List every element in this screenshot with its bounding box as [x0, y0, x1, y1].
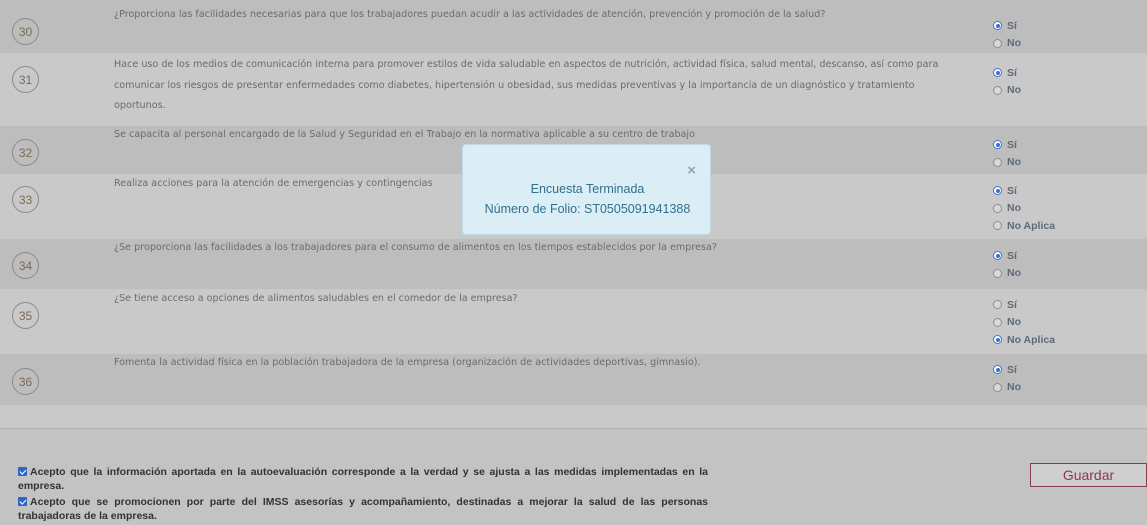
option-no-aplica[interactable]: No Aplica: [993, 331, 1055, 349]
question-number-badge: 36: [12, 368, 39, 395]
radio-button[interactable]: [993, 317, 1002, 327]
option-label: No: [1007, 316, 1021, 329]
option-label: Sí: [1007, 298, 1017, 311]
survey-complete-dialog: × Encuesta Terminada Número de Folio: ST…: [462, 144, 711, 235]
option-label: No Aplica: [1007, 219, 1056, 232]
question-number-badge: 32: [12, 139, 39, 166]
option-label: Sí: [1007, 249, 1017, 262]
option-si[interactable]: Sí: [993, 64, 1021, 82]
question-text: Fomenta la actividad física en la poblac…: [114, 357, 701, 368]
accept-promotion-label: Acepto que se promocionen por parte del …: [18, 496, 708, 522]
option-label: Sí: [1007, 138, 1017, 151]
radio-button[interactable]: [993, 268, 1002, 278]
radio-button[interactable]: [993, 38, 1002, 48]
answer-options: Sí No: [993, 136, 1021, 171]
option-label: No: [1007, 37, 1021, 50]
option-label: No: [1007, 202, 1021, 215]
option-no[interactable]: No: [993, 35, 1021, 53]
save-button[interactable]: Guardar: [1030, 463, 1147, 487]
question-row-30: 30 ¿Proporciona las facilidades necesari…: [0, 0, 1147, 53]
radio-button[interactable]: [993, 203, 1002, 213]
option-no[interactable]: No: [993, 154, 1021, 172]
option-si[interactable]: Sí: [993, 361, 1021, 379]
option-label: Sí: [1007, 19, 1017, 32]
radio-button[interactable]: [993, 85, 1002, 95]
answer-options: Sí No No Aplica: [993, 296, 1055, 349]
option-no[interactable]: No: [993, 82, 1021, 100]
option-label: No: [1007, 84, 1021, 97]
answer-options: Sí No: [993, 64, 1021, 99]
spacer: [0, 405, 1147, 427]
question-number-badge: 30: [12, 18, 39, 45]
radio-button[interactable]: [993, 251, 1002, 261]
question-text: ¿Proporciona las facilidades necesarias …: [114, 9, 826, 20]
radio-button[interactable]: [993, 140, 1002, 150]
option-no[interactable]: No: [993, 265, 1021, 283]
option-no[interactable]: No: [993, 379, 1021, 397]
radio-button[interactable]: [993, 186, 1002, 196]
footer: Acepto que la información aportada en la…: [0, 429, 1147, 525]
answer-options: Sí No: [993, 361, 1021, 396]
option-no[interactable]: No: [993, 314, 1055, 332]
option-si[interactable]: Sí: [993, 136, 1021, 154]
checkbox-checked-icon[interactable]: [18, 467, 27, 476]
option-si[interactable]: Sí: [993, 17, 1021, 35]
option-label: No: [1007, 267, 1021, 280]
option-label: No: [1007, 381, 1021, 394]
question-number-badge: 31: [12, 66, 39, 93]
answer-options: Sí No No Aplica: [993, 182, 1055, 235]
radio-button[interactable]: [993, 68, 1002, 78]
dialog-title: Encuesta Terminada: [530, 182, 645, 196]
checkbox-checked-icon[interactable]: [18, 497, 27, 506]
accept-truth-checkbox-row[interactable]: Acepto que la información aportada en la…: [18, 465, 708, 493]
option-label: No: [1007, 156, 1021, 169]
option-no-aplica[interactable]: No Aplica: [993, 217, 1055, 235]
folio-number: Número de Folio: ST0505091941388: [484, 202, 691, 216]
radio-button[interactable]: [993, 157, 1002, 167]
answer-options: Sí No: [993, 17, 1021, 52]
question-text: ¿Se tiene acceso a opciones de alimentos…: [114, 293, 518, 304]
radio-button[interactable]: [993, 21, 1002, 31]
radio-button[interactable]: [993, 335, 1002, 345]
question-text: Se capacita al personal encargado de la …: [114, 129, 695, 140]
question-row-34: 34 ¿Se proporciona las facilidades a los…: [0, 239, 1147, 289]
option-label: Sí: [1007, 184, 1017, 197]
accept-promotion-checkbox-row[interactable]: Acepto que se promocionen por parte del …: [18, 495, 708, 523]
option-no[interactable]: No: [993, 200, 1055, 218]
close-icon[interactable]: ×: [687, 163, 696, 178]
radio-button[interactable]: [993, 221, 1002, 231]
question-number-badge: 34: [12, 252, 39, 279]
option-label: No Aplica: [1007, 333, 1056, 346]
radio-button[interactable]: [993, 300, 1002, 310]
accept-truth-label: Acepto que la información aportada en la…: [18, 466, 708, 492]
option-si[interactable]: Sí: [993, 296, 1055, 314]
option-label: Sí: [1007, 66, 1017, 79]
question-row-31: 31 Hace uso de los medios de comunicació…: [0, 53, 1147, 126]
option-si[interactable]: Sí: [993, 182, 1055, 200]
question-number-badge: 33: [12, 186, 39, 213]
question-row-36: 36 Fomenta la actividad física en la pob…: [0, 354, 1147, 405]
radio-button[interactable]: [993, 382, 1002, 392]
question-row-35: 35 ¿Se tiene acceso a opciones de alimen…: [0, 289, 1147, 354]
question-number-badge: 35: [12, 302, 39, 329]
question-text: Hace uso de los medios de comunicación i…: [114, 59, 939, 111]
option-label: Sí: [1007, 363, 1017, 376]
option-si[interactable]: Sí: [993, 247, 1021, 265]
radio-button[interactable]: [993, 365, 1002, 375]
question-text: ¿Se proporciona las facilidades a los tr…: [114, 242, 717, 253]
answer-options: Sí No: [993, 247, 1021, 282]
